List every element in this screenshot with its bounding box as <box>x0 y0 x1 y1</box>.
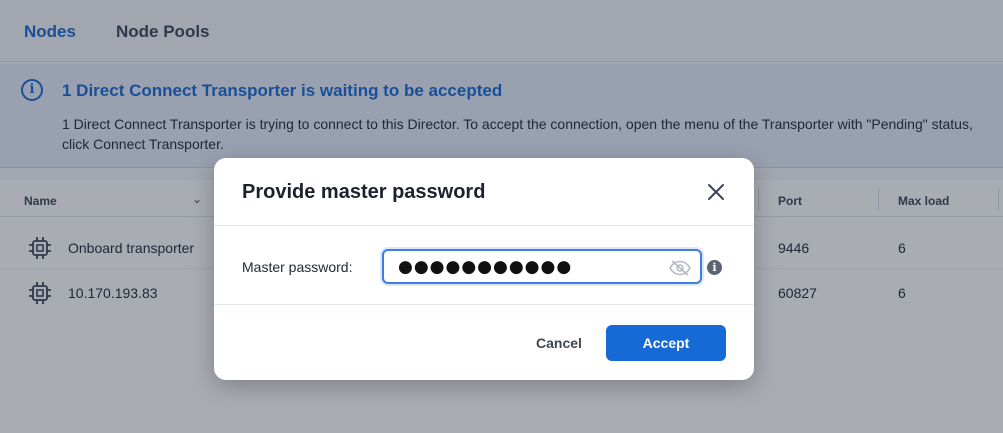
eye-slash-icon[interactable] <box>669 260 691 276</box>
dialog-title: Provide master password <box>242 181 486 203</box>
master-password-input[interactable] <box>382 249 702 284</box>
page: Nodes Node Pools i 1 Direct Connect Tran… <box>0 0 1003 433</box>
dialog-divider <box>214 304 754 305</box>
close-icon[interactable] <box>704 180 728 204</box>
dialog-divider <box>214 225 754 226</box>
master-password-label: Master password: <box>242 259 353 275</box>
master-password-dialog: Provide master password Master password:… <box>214 158 754 380</box>
info-icon[interactable]: i <box>707 260 722 275</box>
cancel-button[interactable]: Cancel <box>520 325 598 361</box>
accept-button[interactable]: Accept <box>606 325 726 361</box>
